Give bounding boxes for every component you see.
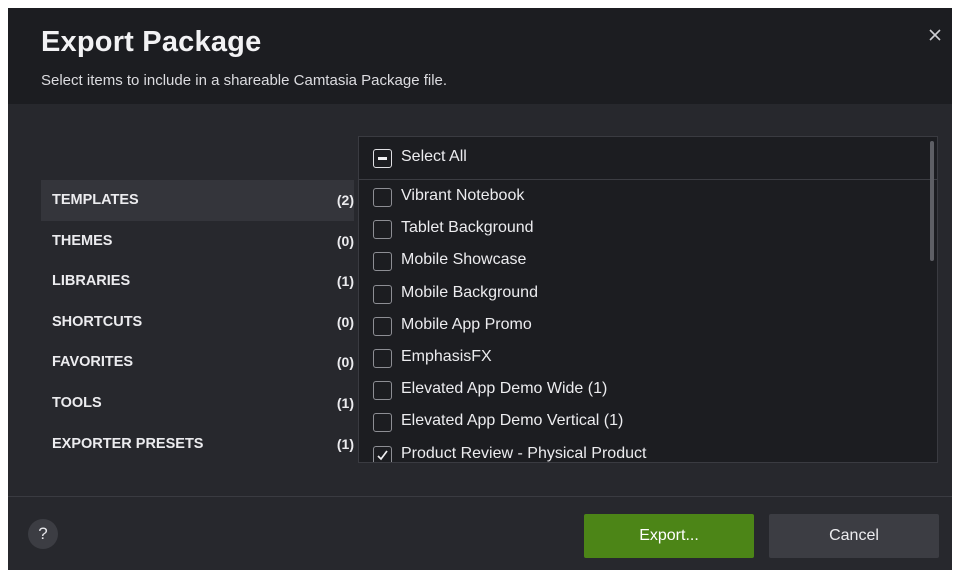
list-item[interactable]: Mobile Background <box>359 278 929 310</box>
category-count: (1) <box>336 435 354 452</box>
item-label: Tablet Background <box>401 219 534 237</box>
category-label: EXPORTER PRESETS <box>52 435 204 452</box>
items-panel: Select All Vibrant Notebook Tablet Backgr… <box>358 136 938 463</box>
list-item[interactable]: Mobile App Promo <box>359 310 929 342</box>
item-checkbox[interactable] <box>373 381 392 401</box>
category-label: FAVORITES <box>52 354 134 371</box>
item-checkbox[interactable] <box>373 348 392 368</box>
list-item[interactable]: EmphasisFX <box>359 342 929 374</box>
help-button[interactable]: ? <box>28 519 58 549</box>
item-label: Vibrant Notebook <box>401 187 525 204</box>
list-item[interactable]: Product Review - Physical Product <box>359 439 929 462</box>
dialog-title: Export Package <box>41 26 262 58</box>
item-checkbox[interactable] <box>373 445 392 462</box>
category-label: THEMES <box>52 232 113 249</box>
cancel-button[interactable]: Cancel <box>769 514 939 558</box>
category-count: (0) <box>336 313 354 330</box>
category-exporter-presets[interactable]: EXPORTER PRESETS (1) <box>41 424 354 465</box>
category-themes[interactable]: THEMES (0) <box>41 221 354 262</box>
item-checkbox[interactable] <box>373 220 392 240</box>
category-label: LIBRARIES <box>52 273 131 290</box>
category-shortcuts[interactable]: SHORTCUTS (0) <box>41 302 354 343</box>
category-tools[interactable]: TOOLS (1) <box>41 383 354 424</box>
category-count: (0) <box>336 232 354 249</box>
category-count: (0) <box>336 354 354 371</box>
item-checkbox[interactable] <box>373 188 392 207</box>
category-templates[interactable]: TEMPLATES (2) <box>41 180 354 221</box>
dialog-header: Export Package Select items to include i… <box>8 8 952 104</box>
list-item[interactable]: Elevated App Demo Vertical (1) <box>359 406 929 438</box>
help-icon: ? <box>38 524 48 543</box>
select-all-label: Select All <box>401 148 467 165</box>
category-libraries[interactable]: LIBRARIES (1) <box>41 261 354 302</box>
item-checkbox[interactable] <box>373 316 392 336</box>
category-count: (1) <box>336 273 354 290</box>
select-all-row[interactable]: Select All <box>359 137 937 180</box>
item-label: Mobile Showcase <box>401 251 527 269</box>
list-item[interactable]: Mobile Showcase <box>359 245 929 277</box>
item-label: Mobile App Promo <box>401 315 532 333</box>
category-label: SHORTCUTS <box>52 313 143 330</box>
item-label: Elevated App Demo Wide (1) <box>401 380 608 398</box>
close-icon <box>929 29 941 41</box>
category-count: (2) <box>336 192 354 208</box>
item-label: Mobile Background <box>401 283 538 301</box>
checkmark-icon <box>377 449 388 460</box>
export-button[interactable]: Export... <box>584 514 754 558</box>
item-checkbox[interactable] <box>373 413 392 433</box>
items-scrollbar[interactable] <box>930 141 934 261</box>
item-label: Product Review - Physical Product <box>401 444 647 462</box>
category-label: TEMPLATES <box>52 192 139 208</box>
item-label: Elevated App Demo Vertical (1) <box>401 412 624 430</box>
export-package-dialog: Export Package Select items to include i… <box>8 8 952 570</box>
category-label: TOOLS <box>52 394 102 411</box>
item-checkbox[interactable] <box>373 252 392 272</box>
footer-divider <box>8 496 952 497</box>
dialog-subtitle: Select items to include in a shareable C… <box>41 72 448 89</box>
list-item[interactable]: Elevated App Demo Wide (1) <box>359 374 929 406</box>
category-list: TEMPLATES (2) THEMES (0) LIBRARIES (1) SHORTCU… <box>41 180 354 464</box>
item-list: Vibrant Notebook Tablet Background Mobile … <box>359 181 929 462</box>
category-count: (1) <box>336 394 354 411</box>
close-button[interactable] <box>922 22 948 48</box>
list-item[interactable]: Vibrant Notebook <box>359 181 929 213</box>
select-all-checkbox[interactable] <box>373 149 392 168</box>
item-checkbox[interactable] <box>373 284 392 304</box>
list-item[interactable]: Tablet Background <box>359 213 929 245</box>
item-label: EmphasisFX <box>401 347 492 365</box>
category-favorites[interactable]: FAVORITES (0) <box>41 342 354 383</box>
